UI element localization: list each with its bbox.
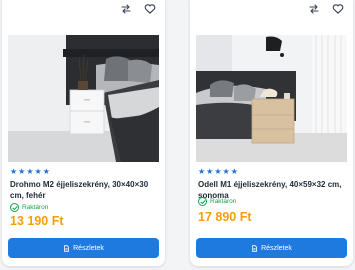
star-icon: ★ [230, 167, 238, 176]
star-icon: ★ [214, 167, 222, 176]
compare-icon[interactable] [119, 2, 133, 16]
details-button[interactable]: Részletek [196, 238, 347, 258]
details-button-label: Részletek [261, 244, 292, 252]
product-card-1[interactable]: ★ ★ ★ ★ ★ Drohmo M2 éjjeliszekrény, 30×4… [2, 0, 165, 266]
details-button[interactable]: Részletek [8, 238, 159, 258]
product-image[interactable] [196, 35, 347, 162]
stock-label: Raktáron [210, 198, 237, 205]
heart-icon[interactable] [143, 2, 157, 16]
star-icon: ★ [198, 167, 206, 176]
stock-label: Raktáron [22, 204, 49, 211]
details-button-label: Részletek [73, 244, 104, 252]
product-title[interactable]: Drohmo M2 éjjeliszekrény, 30×40×30 cm, f… [10, 179, 158, 201]
star-icon: ★ [10, 167, 18, 176]
stock-status: Raktáron [10, 203, 48, 212]
check-icon [10, 203, 19, 212]
star-icon: ★ [42, 167, 50, 176]
product-price: 13 190 Ft [10, 214, 64, 228]
star-icon: ★ [206, 167, 214, 176]
rating-stars: ★ ★ ★ ★ ★ [10, 168, 50, 176]
star-icon: ★ [18, 167, 26, 176]
star-icon: ★ [34, 167, 42, 176]
document-icon [64, 244, 70, 252]
star-icon: ★ [26, 167, 34, 176]
check-icon [198, 197, 207, 206]
product-image[interactable] [8, 35, 159, 162]
card-actions [119, 2, 157, 16]
product-card-2[interactable]: ★ ★ ★ ★ ★ Odell M1 éjjeliszekrény, 40×59… [190, 0, 353, 266]
compare-icon[interactable] [307, 2, 321, 16]
rating-stars: ★ ★ ★ ★ ★ [198, 168, 238, 176]
card-actions [307, 2, 345, 16]
product-price: 17 890 Ft [198, 210, 252, 224]
document-icon [252, 244, 258, 252]
star-icon: ★ [222, 167, 230, 176]
heart-icon[interactable] [331, 2, 345, 16]
stock-status: Raktáron [198, 197, 236, 206]
